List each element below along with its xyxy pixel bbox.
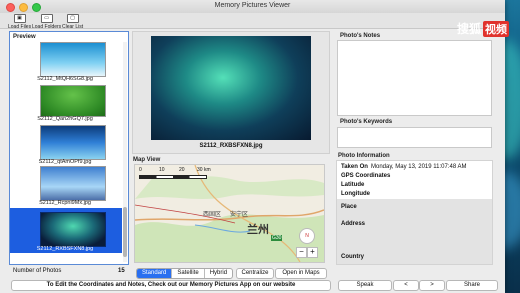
load-files-label: Load Files	[8, 24, 32, 30]
photo-filename: S2112_Rcpni9Mx.jpg	[39, 200, 91, 206]
trash-icon: ▢	[66, 14, 79, 23]
latitude-label: Latitude	[341, 182, 365, 188]
list-item[interactable]: S2112_Qan2hGQ7.jpg	[10, 85, 122, 125]
scale-label: 0	[139, 167, 142, 173]
app-window: Memory Pictures Viewer ▣ Load Files ▭ Lo…	[0, 0, 505, 293]
watermark: 搜狐 视频	[457, 20, 510, 37]
map-place-label: 安宁区	[230, 212, 249, 218]
scrollbar-thumb[interactable]	[123, 207, 127, 257]
photo-count-value: 15	[118, 268, 125, 274]
list-item[interactable]: S2112_qtAmOPf9.jpg	[10, 125, 122, 166]
photo-thumbnail	[40, 212, 106, 247]
map-mode-control[interactable]: Standard Satellite Hybrid	[136, 268, 234, 279]
map-place-label: 西固区	[203, 212, 222, 218]
scale-label: 10	[159, 167, 165, 173]
photo-filename: S2112_MtQH6SG8.jpg	[37, 76, 93, 82]
photo-thumbnail	[40, 85, 106, 117]
main-photo-panel: S2112_RXBSFXN8.jpg	[132, 31, 330, 154]
map-view[interactable]: 0 10 20 30 km 西固区 安宁区 兰州 G30 N − +	[134, 164, 325, 263]
toolbar: ▣ Load Files ▭ Load Folders ▢ Clear List	[0, 13, 505, 30]
photo-filename: S2112_Qan2hGQ7.jpg	[37, 116, 93, 122]
map-mode-hybrid[interactable]: Hybrid	[205, 269, 232, 278]
gps-label: GPS Coordinates	[341, 173, 391, 179]
scale-bar	[139, 175, 207, 179]
clear-list-label: Clear List	[62, 24, 84, 30]
map-header: Map View	[133, 157, 161, 163]
keywords-header: Photo's Keywords	[340, 119, 393, 125]
zoom-out-button[interactable]: −	[296, 247, 307, 258]
load-folders-label: Load Folders	[32, 24, 62, 30]
photo-thumbnail	[40, 125, 106, 160]
speak-button[interactable]: Speak	[338, 280, 392, 291]
map-city-label: 兰州	[247, 224, 269, 236]
photo-info-header: Photo Information	[338, 153, 390, 159]
website-link-button[interactable]: To Edit the Coordinates and Notes, Check…	[11, 280, 331, 291]
keywords-field[interactable]	[337, 127, 492, 148]
compass-control[interactable]: N	[299, 228, 315, 244]
main-photo	[151, 36, 311, 140]
zoom-in-button[interactable]: +	[307, 247, 318, 258]
country-label: Country	[341, 254, 364, 260]
photo-thumbnail	[40, 166, 106, 201]
clear-list-button[interactable]: ▢ Clear List	[62, 14, 83, 30]
watermark-text-1: 搜狐	[457, 22, 482, 36]
load-files-button[interactable]: ▣ Load Files	[8, 14, 31, 30]
photo-info-panel: Taken On Monday, May 13, 2019 11:07:48 A…	[336, 160, 493, 265]
preview-panel: Preview S2112_MtQH6SG8.jpg S2112_Qan2hGQ…	[9, 31, 129, 265]
folder-icon: ▭	[40, 14, 53, 23]
place-label: Place	[341, 204, 357, 210]
share-button[interactable]: Share	[446, 280, 498, 291]
preview-list[interactable]: S2112_MtQH6SG8.jpg S2112_Qan2hGQ7.jpg S2…	[10, 42, 122, 264]
scale-label: 20	[179, 167, 185, 173]
photo-thumbnail	[40, 42, 106, 77]
photo-filename: S2112_qtAmOPf9.jpg	[38, 159, 92, 165]
map-scale: 0 10 20 30 km	[139, 167, 219, 181]
preview-header: Preview	[13, 34, 36, 40]
watermark-text-2: 视频	[483, 20, 510, 37]
scale-label: 30 km	[197, 167, 211, 173]
open-in-maps-button[interactable]: Open in Maps	[275, 268, 327, 279]
list-item[interactable]: S2112_MtQH6SG8.jpg	[10, 42, 122, 85]
centralize-button[interactable]: Centralize	[236, 268, 274, 279]
image-icon: ▣	[13, 14, 26, 23]
photo-count-label: Number of Photos	[13, 268, 62, 274]
scrollbar[interactable]	[123, 42, 127, 262]
main-photo-filename: S2112_RXBSFXN8.jpg	[199, 143, 263, 149]
notes-textarea[interactable]	[337, 40, 492, 116]
list-item-selected[interactable]: S2112_RXBSFXN8.jpg	[10, 208, 122, 253]
taken-on-value: Monday, May 13, 2019 11:07:48 AM	[371, 164, 467, 170]
map-mode-standard[interactable]: Standard	[137, 269, 173, 278]
load-folders-button[interactable]: ▭ Load Folders	[32, 14, 61, 30]
title-bar: Memory Pictures Viewer	[0, 0, 505, 14]
list-item[interactable]: S2112_Rcpni9Mx.jpg	[10, 166, 122, 206]
map-mode-satellite[interactable]: Satellite	[172, 269, 205, 278]
address-label: Address	[341, 221, 366, 227]
photo-filename: S2112_RXBSFXN8.jpg	[36, 246, 94, 252]
longitude-label: Longitude	[341, 191, 370, 197]
notes-header: Photo's Notes	[340, 33, 381, 39]
map-highway-shield: G30	[271, 235, 283, 241]
previous-photo-button[interactable]: <	[393, 280, 419, 291]
taken-on-label: Taken On	[341, 164, 368, 170]
window-title: Memory Pictures Viewer	[214, 2, 291, 9]
next-photo-button[interactable]: >	[419, 280, 445, 291]
